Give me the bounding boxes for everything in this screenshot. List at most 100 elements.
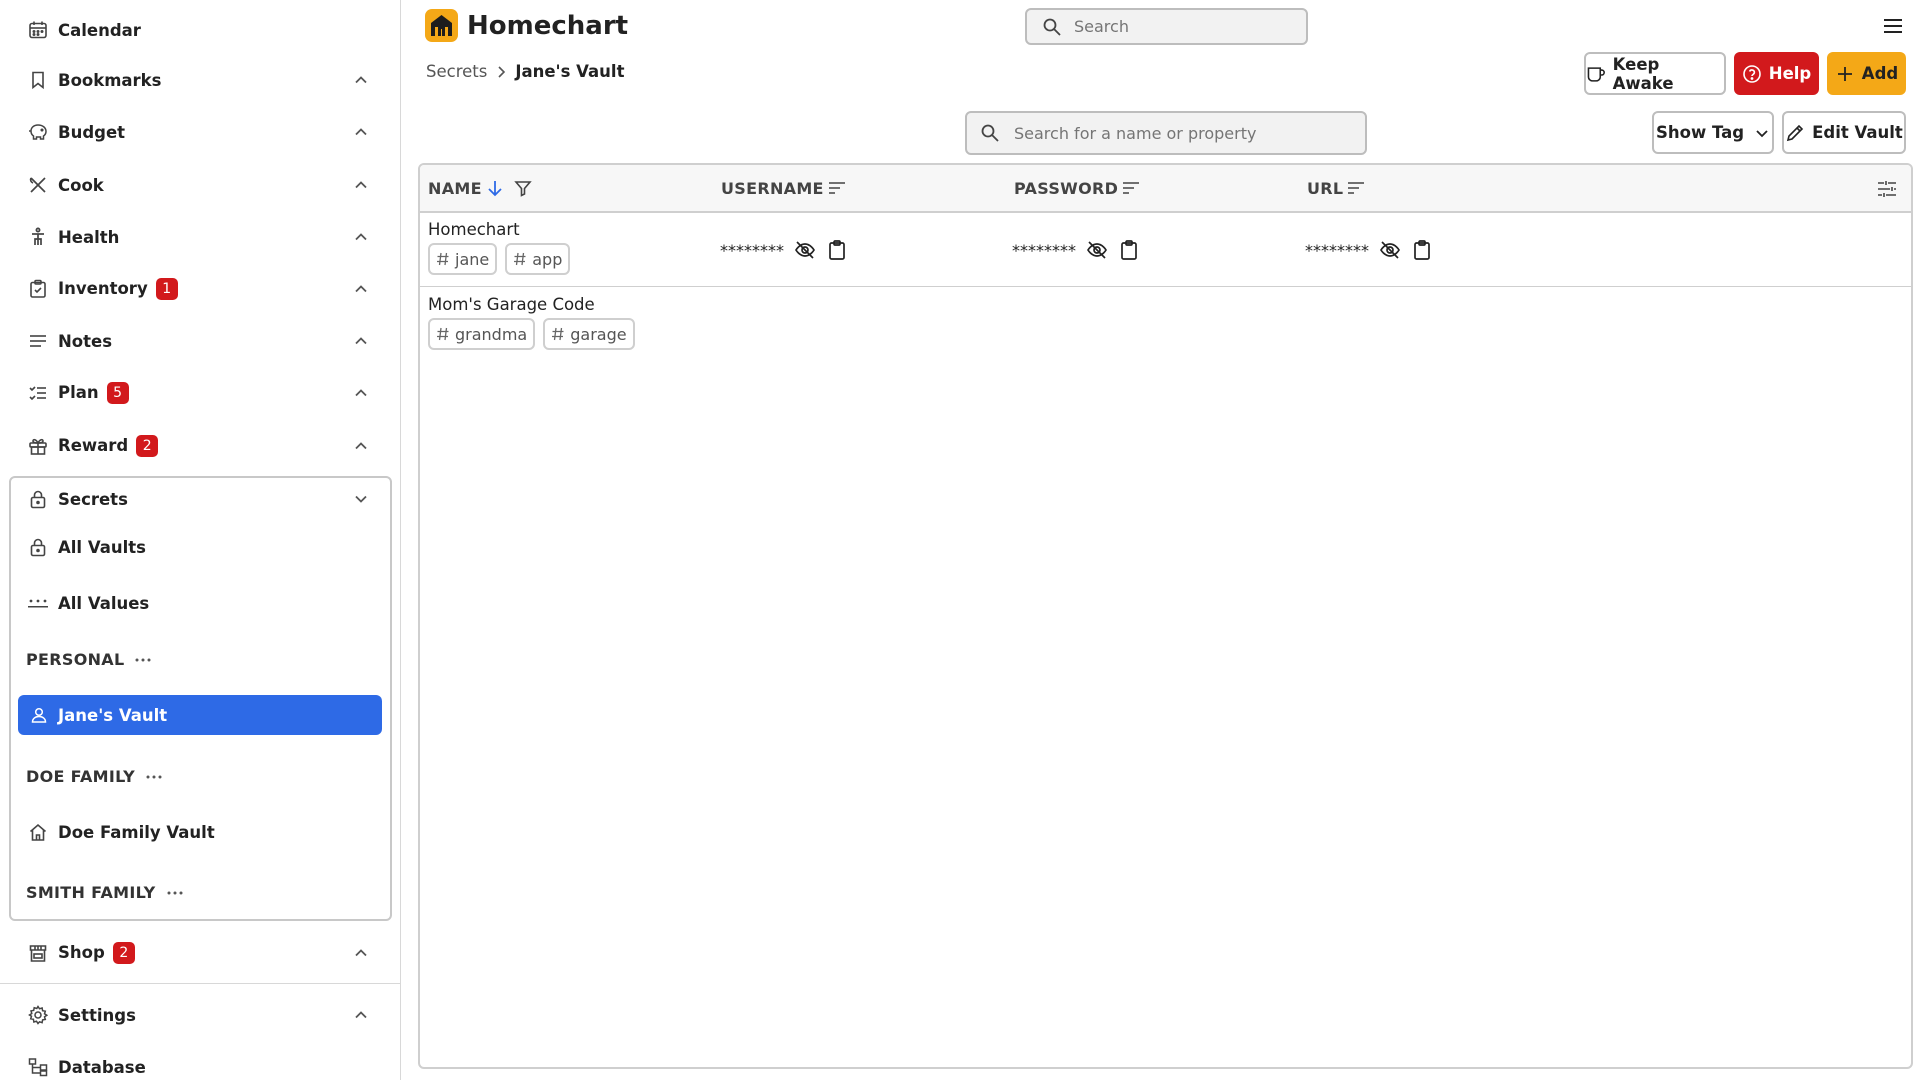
- table-header: NAME USERNAME PASSWORD URL: [420, 165, 1911, 213]
- pencil-icon: [1787, 124, 1804, 141]
- more-icon[interactable]: [134, 651, 152, 669]
- calendar-icon: [27, 19, 49, 41]
- table-row[interactable]: Homechart jane app ******** ******** ***…: [420, 213, 1911, 287]
- homechart-logo-icon: [425, 9, 458, 42]
- sidebar-item-label: Inventory 1: [58, 278, 178, 300]
- tag-chip[interactable]: grandma: [428, 318, 536, 350]
- chevron-up-icon[interactable]: [351, 70, 371, 90]
- sidebar-item-label: Database: [58, 1057, 146, 1077]
- keep-awake-button[interactable]: Keep Awake: [1584, 52, 1726, 95]
- sidebar-item-bookmarks[interactable]: Bookmarks: [0, 60, 400, 100]
- clipboard-copy-icon[interactable]: [1411, 239, 1433, 261]
- column-header-url[interactable]: URL: [1307, 165, 1366, 211]
- sidebar-item-label: Shop 2: [58, 942, 135, 964]
- tag-chip[interactable]: app: [505, 243, 571, 275]
- sidebar-item-cook[interactable]: Cook: [0, 165, 400, 205]
- add-button[interactable]: Add: [1827, 52, 1906, 95]
- table-search[interactable]: [965, 111, 1367, 155]
- lock-icon: [27, 488, 49, 510]
- app-title: Homechart: [467, 10, 629, 41]
- sort-descending-icon[interactable]: [485, 178, 505, 198]
- sidebar-item-plan[interactable]: Plan 5: [0, 373, 400, 413]
- sidebar-item-notes[interactable]: Notes: [0, 321, 400, 361]
- sidebar-item-calendar[interactable]: Calendar: [0, 10, 400, 50]
- eye-off-icon[interactable]: [1379, 239, 1401, 261]
- column-header-password[interactable]: PASSWORD: [1014, 165, 1141, 211]
- piggy-bank-icon: [27, 121, 49, 143]
- chevron-up-icon[interactable]: [351, 436, 371, 456]
- sidebar-item-secrets[interactable]: Secrets: [0, 479, 400, 519]
- more-icon[interactable]: [145, 768, 163, 786]
- help-button[interactable]: Help: [1734, 52, 1819, 95]
- filter-icon[interactable]: [513, 178, 533, 198]
- sidebar-item-reward[interactable]: Reward 2: [0, 426, 400, 466]
- user-icon: [28, 704, 50, 726]
- password-dots-icon: [27, 592, 49, 614]
- sidebar-item-label: Health: [58, 227, 120, 247]
- sidebar-item-label: Reward 2: [58, 435, 159, 457]
- chevron-up-icon[interactable]: [351, 279, 371, 299]
- sidebar-item-shop[interactable]: Shop 2: [0, 933, 400, 973]
- sidebar-item-health[interactable]: Health: [0, 217, 400, 257]
- chevron-up-icon[interactable]: [351, 1005, 371, 1025]
- search-icon: [981, 124, 999, 142]
- column-header-name[interactable]: NAME: [428, 165, 533, 211]
- row-title: Mom's Garage Code: [428, 295, 595, 314]
- breadcrumb-secrets[interactable]: Secrets: [426, 62, 487, 81]
- eye-off-icon[interactable]: [1086, 239, 1108, 261]
- gear-icon: [27, 1004, 49, 1026]
- cell-password: ********: [1012, 239, 1140, 261]
- hamburger-menu-icon[interactable]: [1882, 16, 1904, 36]
- sidebar-item-settings[interactable]: Settings: [0, 995, 400, 1035]
- lock-icon: [27, 536, 49, 558]
- tag-chip[interactable]: jane: [428, 243, 498, 275]
- sort-icon[interactable]: [1121, 178, 1141, 198]
- sidebar-item-inventory[interactable]: Inventory 1: [0, 269, 400, 309]
- eye-off-icon[interactable]: [794, 239, 816, 261]
- chevron-up-icon[interactable]: [351, 175, 371, 195]
- table-row[interactable]: Mom's Garage Code grandma garage: [420, 288, 1911, 362]
- cell-name: Homechart jane app: [428, 220, 578, 275]
- count-badge: 2: [136, 435, 159, 457]
- sort-icon[interactable]: [1346, 178, 1366, 198]
- sidebar-item-all-vaults[interactable]: All Vaults: [0, 527, 400, 567]
- clipboard-copy-icon[interactable]: [826, 239, 848, 261]
- store-icon: [27, 942, 49, 964]
- search-input[interactable]: [1074, 17, 1274, 36]
- more-icon[interactable]: [166, 884, 184, 902]
- sidebar-item-doe-family-vault[interactable]: Doe Family Vault: [0, 812, 400, 852]
- sidebar-item-janes-vault[interactable]: Jane's Vault: [18, 695, 382, 735]
- chevron-up-icon[interactable]: [351, 943, 371, 963]
- clipboard-copy-icon[interactable]: [1118, 239, 1140, 261]
- sidebar-item-label: Doe Family Vault: [58, 822, 215, 842]
- global-search[interactable]: [1025, 8, 1308, 45]
- app-logo[interactable]: Homechart: [425, 9, 628, 42]
- breadcrumb: Secrets Jane's Vault: [426, 62, 624, 81]
- group-header-doe-family: DOE FAMILY: [26, 767, 163, 786]
- sidebar-item-label: Budget: [58, 122, 126, 142]
- group-header-personal: PERSONAL: [26, 650, 152, 669]
- sidebar-item-budget[interactable]: Budget: [0, 112, 400, 152]
- sidebar: Calendar Bookmarks Budget Cook Health In: [0, 0, 401, 1080]
- sidebar-item-database[interactable]: Database: [0, 1047, 400, 1080]
- tag-chip[interactable]: garage: [543, 318, 635, 350]
- column-settings-icon[interactable]: [1876, 178, 1898, 200]
- chevron-up-icon[interactable]: [351, 227, 371, 247]
- chevron-up-icon[interactable]: [351, 122, 371, 142]
- edit-vault-button[interactable]: Edit Vault: [1782, 111, 1906, 154]
- chevron-up-icon[interactable]: [351, 331, 371, 351]
- sidebar-item-all-values[interactable]: All Values: [0, 583, 400, 623]
- sidebar-item-label: Plan 5: [58, 382, 129, 404]
- database-tree-icon: [27, 1056, 49, 1078]
- cell-username: ********: [720, 239, 848, 261]
- column-header-username[interactable]: USERNAME: [721, 165, 847, 211]
- bookmark-icon: [27, 69, 49, 91]
- show-tag-dropdown[interactable]: Show Tag: [1652, 111, 1774, 154]
- table-search-input[interactable]: [1014, 123, 1354, 143]
- chevron-up-icon[interactable]: [351, 383, 371, 403]
- sidebar-item-label: All Vaults: [58, 537, 146, 557]
- chevron-down-icon[interactable]: [351, 489, 371, 509]
- sort-icon[interactable]: [827, 178, 847, 198]
- hashtag-icon: [552, 327, 564, 341]
- help-circle-icon: [1742, 64, 1761, 83]
